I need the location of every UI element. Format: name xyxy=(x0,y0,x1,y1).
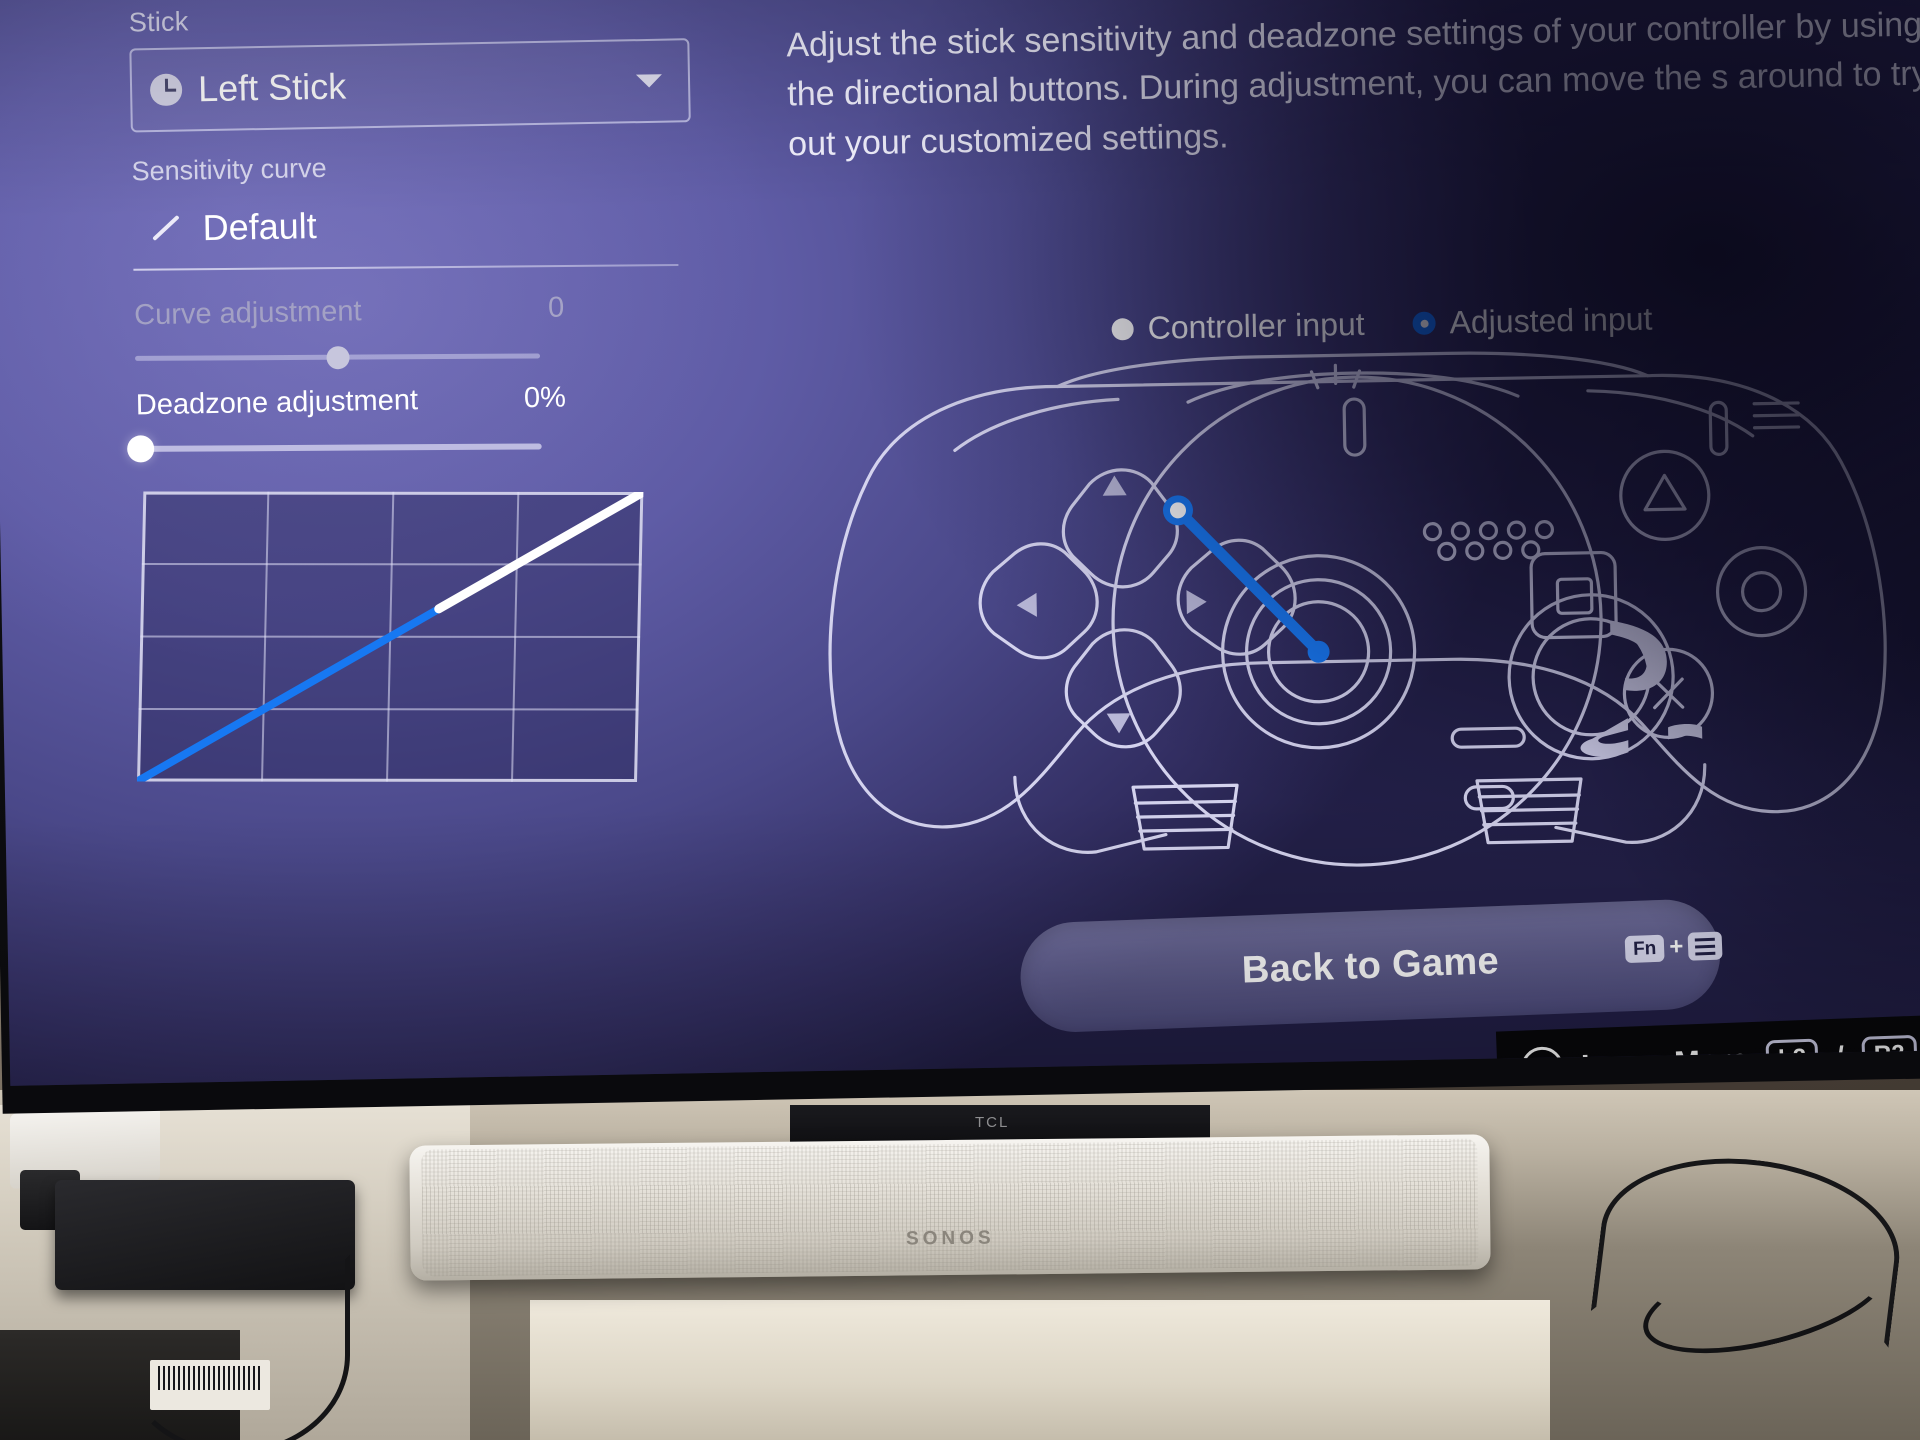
curve-adjustment-header: Curve adjustment 0 xyxy=(134,292,565,333)
back-to-game-button[interactable]: Back to Game xyxy=(1018,897,1723,1034)
legend-label-adjusted-input: Adjusted input xyxy=(1449,300,1653,341)
controller-svg xyxy=(828,351,1887,867)
tv-screen: Stick Left Stick Sensitivity curve Defau… xyxy=(0,0,1920,1086)
settings-panel: Stick Left Stick Sensitivity curve Defau… xyxy=(127,0,723,786)
stick-label: Stick xyxy=(128,6,189,38)
adjusted-input-dot-icon xyxy=(1412,311,1436,335)
curve-adjustment-knob[interactable] xyxy=(325,345,350,369)
input-legend: Controller input Adjusted input xyxy=(1111,300,1653,348)
cable-left xyxy=(120,1255,350,1440)
legend-item-adjusted-input[interactable]: Adjusted input xyxy=(1412,300,1653,342)
tv-brand-logo: TCL xyxy=(975,1114,1010,1131)
soundbar: SONOS xyxy=(409,1134,1491,1281)
soundbar-grille xyxy=(421,1138,1479,1277)
sensitivity-curve-select[interactable]: Default xyxy=(132,186,673,264)
graph-plot xyxy=(137,491,644,782)
curve-adjustment-slider[interactable] xyxy=(135,345,541,369)
screenshot-root: TCL SONOS Stick Left Stick Sensitivity c… xyxy=(0,0,1920,1440)
linear-curve-icon xyxy=(150,211,187,246)
section-divider xyxy=(133,264,679,271)
description-panel: Adjust the stick sensitivity and deadzon… xyxy=(786,1,1920,170)
back-to-game-shortcut-hint: Fn + xyxy=(1624,931,1723,963)
deadzone-adjustment-slider[interactable] xyxy=(127,435,542,463)
chevron-down-icon xyxy=(635,74,663,88)
barcode xyxy=(158,1366,262,1390)
stick-select-value: Left Stick xyxy=(197,65,347,110)
curve-adjustment-value: 0 xyxy=(547,291,565,324)
curve-adjustment-label: Curve adjustment xyxy=(133,295,362,332)
description-text: Adjust the stick sensitivity and deadzon… xyxy=(786,5,1920,163)
stick-select-content: Left Stick xyxy=(149,65,347,111)
controller-illustration xyxy=(757,340,1920,902)
deadzone-adjustment-header: Deadzone adjustment 0% xyxy=(136,382,567,423)
cabinet-front xyxy=(530,1300,1550,1440)
box-label xyxy=(150,1360,270,1410)
options-menu-icon xyxy=(1687,931,1723,961)
deadzone-adjustment-group: Deadzone adjustment 0% xyxy=(127,379,697,463)
sensitivity-curve-value: Default xyxy=(202,205,318,249)
graph-series-controller xyxy=(434,491,644,614)
analog-stick-icon xyxy=(149,73,183,107)
back-to-game-label: Back to Game xyxy=(1241,939,1500,992)
plus-symbol: + xyxy=(1668,932,1684,961)
stick-select[interactable]: Left Stick xyxy=(129,38,691,133)
curve-adjustment-group: Curve adjustment 0 xyxy=(134,289,695,369)
legend-item-controller-input[interactable]: Controller input xyxy=(1111,306,1365,348)
deadzone-adjustment-value: 0% xyxy=(523,381,567,415)
soundbar-brand-logo: SONOS xyxy=(905,1227,995,1250)
graph-series-adjusted xyxy=(137,603,445,782)
deadzone-adjustment-knob[interactable] xyxy=(127,435,155,463)
sensitivity-curve-label: Sensitivity curve xyxy=(131,152,327,187)
fn-key-chip: Fn xyxy=(1624,934,1665,963)
controller-input-dot-icon xyxy=(1111,317,1134,341)
deadzone-adjustment-label: Deadzone adjustment xyxy=(135,384,419,422)
sensitivity-curve-graph xyxy=(137,491,644,782)
legend-label-controller-input: Controller input xyxy=(1147,305,1365,346)
